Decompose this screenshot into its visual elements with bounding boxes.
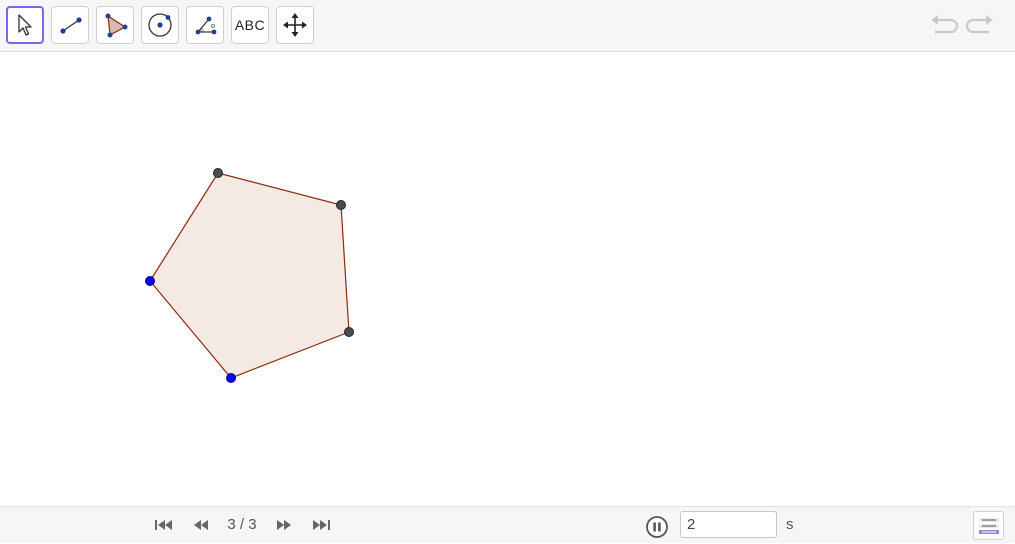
point-e[interactable] [213,168,223,178]
skip-first-icon [155,520,172,530]
angle-icon [195,16,217,35]
arrow-cursor-icon [18,14,32,36]
next-step-button[interactable] [274,518,294,537]
point-c[interactable] [344,327,354,337]
pentagon-polygon[interactable] [149,172,350,379]
point-a[interactable] [145,276,155,286]
step-counter: 3 / 3 [227,516,257,533]
bottom-bar: 3 / 3 s [0,506,1015,543]
redo-button[interactable] [965,12,995,45]
last-step-button[interactable] [311,518,331,537]
animation-speed-input[interactable] [680,511,777,538]
rewind-icon [194,520,208,530]
move-graphics-view-tool-button[interactable] [276,6,314,44]
circle-tool-button[interactable] [141,6,179,44]
move-tool-button[interactable] [6,6,44,44]
polygon-icon [105,13,128,38]
pause-button[interactable] [645,515,669,544]
text-tool-label: ABC [234,17,266,33]
graphics-view[interactable] [0,53,1015,506]
point-b[interactable] [226,373,236,383]
undo-button[interactable] [929,12,959,45]
fast-forward-icon [277,520,291,530]
segment-tool-button[interactable] [51,6,89,44]
angle-tool-button[interactable] [186,6,224,44]
circle-center-point-icon [148,13,172,37]
point-d[interactable] [336,200,346,210]
toolbar: ABC [0,0,1015,52]
skip-last-icon [313,520,330,530]
algebra-view-button[interactable] [973,511,1004,540]
redo-icon [965,15,993,34]
polygon-tool-button[interactable] [96,6,134,44]
speed-unit-label: s [786,516,794,533]
first-step-button[interactable] [154,518,174,537]
undo-icon [931,15,959,34]
pause-icon [646,516,668,538]
algebra-view-icon [978,517,999,534]
text-tool-button[interactable]: ABC [231,6,269,44]
move-arrows-icon [283,13,307,37]
previous-step-button[interactable] [191,518,211,537]
segment-icon [60,17,82,34]
